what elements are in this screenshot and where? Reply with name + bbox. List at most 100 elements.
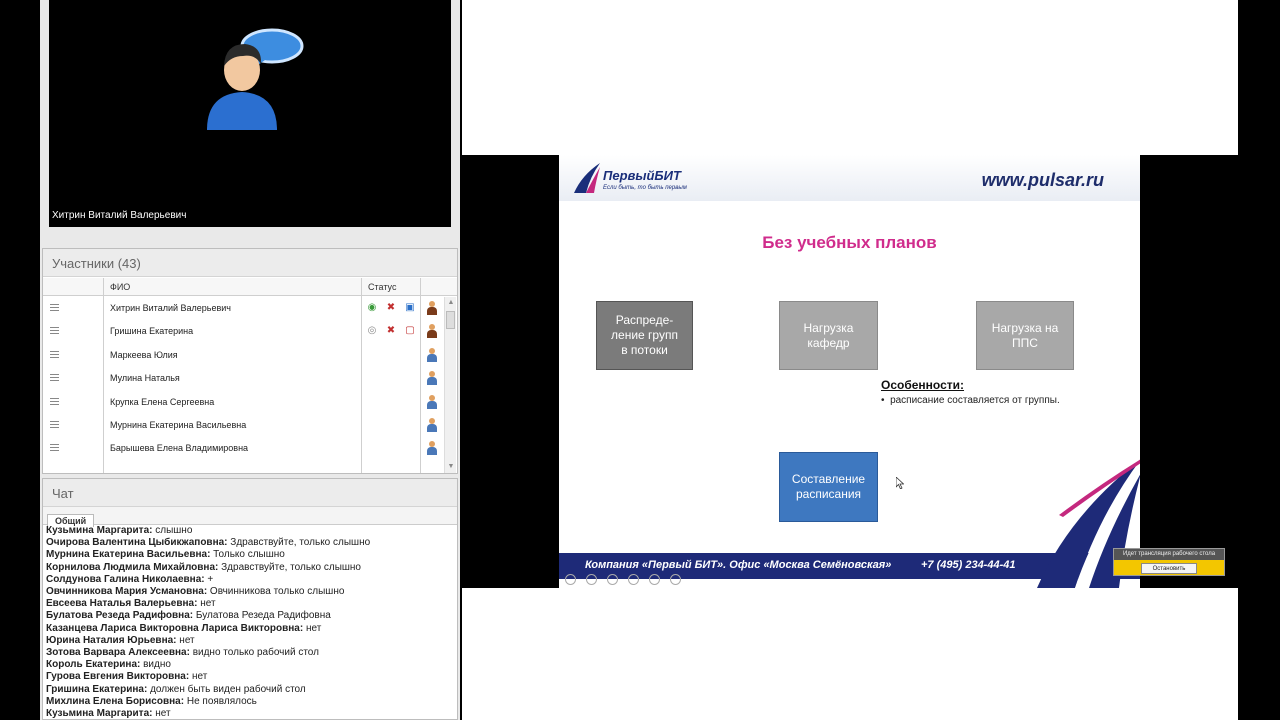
chat-message: Солдунова Галина Николаевна: + <box>46 574 457 586</box>
chat-author: Гурова Евгения Викторовна: <box>46 671 190 683</box>
chat-author: Булатова Резеда Радифовна: <box>46 610 194 622</box>
participants-panel: Участники (43) ФИО Статус Хитрин Виталий… <box>42 248 458 474</box>
chat-text: нет <box>197 598 216 610</box>
drag-handle-icon[interactable] <box>50 350 59 358</box>
logo-tagline: Если быть, то быть первым <box>603 185 687 191</box>
chat-text: Здравствуйте, только слышно <box>218 561 361 573</box>
presenter-name: Хитрин Виталий Валерьевич <box>52 210 187 221</box>
chat-author: Евсеева Наталья Валерьевна: <box>46 598 198 610</box>
chat-author: Кузьмина Маргарита: <box>46 708 153 719</box>
chat-message: Евсеева Наталья Валерьевна: нет <box>46 598 457 610</box>
attendee-icon[interactable] <box>426 441 438 456</box>
chat-text: нет <box>189 671 208 683</box>
attendee-icon[interactable] <box>426 394 438 409</box>
footer-phone: +7 (495) 234-44-41 <box>921 559 1016 571</box>
chat-message: Кузьмина Маргарита: нет <box>46 708 457 719</box>
stop-share-button[interactable]: Остановить <box>1141 563 1197 574</box>
chat-author: Корнилова Людмила Михайловна: <box>46 561 219 573</box>
nav-more-icon[interactable] <box>670 574 681 585</box>
box-schedule: Составление расписания <box>779 452 878 522</box>
logo-swoosh-icon <box>574 163 600 193</box>
chat-text: нет <box>152 708 171 719</box>
scroll-down-icon[interactable]: ▼ <box>445 461 457 473</box>
drag-handle-icon[interactable] <box>50 420 59 428</box>
chat-author: Очирова Валентина Цыбикжаповна: <box>46 537 228 549</box>
mic-off-icon[interactable]: ✖ <box>385 325 397 337</box>
chat-text: Не появлялось <box>184 695 257 707</box>
logo-text: ПервыйБИТ <box>603 168 681 183</box>
chat-message: Михлина Елена Борисовна: Не появлялось <box>46 696 457 708</box>
video-pane[interactable]: Хитрин Виталий Валерьевич <box>49 0 451 227</box>
chat-message: Корнилова Людмила Михайловна: Здравствуй… <box>46 562 457 574</box>
participant-row[interactable]: Хитрин Виталий Валерьевич ◉ ✖ ▣ <box>43 297 443 320</box>
chat-message: Казанцева Лариса Викторовна Лариса Викто… <box>46 623 457 635</box>
screen-share-icon[interactable]: ▣ <box>404 302 416 314</box>
participant-row[interactable]: Крупка Елена Сергеевна <box>43 391 443 414</box>
webcam-icon[interactable]: ◉ <box>366 302 378 314</box>
participant-row[interactable]: Гришина Екатерина ◎ ✖ ▢ <box>43 320 443 343</box>
screen-share-off-icon[interactable]: ▢ <box>404 325 416 337</box>
chat-author: Юрина Наталия Юрьевна: <box>46 634 177 646</box>
presenter-icon[interactable] <box>426 301 438 315</box>
attendee-icon[interactable] <box>426 347 438 362</box>
chat-tabs: Общий <box>43 507 457 527</box>
chat-text: слышно <box>152 525 193 536</box>
chat-text: нет <box>303 622 322 634</box>
chat-text: + <box>204 573 214 585</box>
app-window: Хитрин Виталий Валерьевич Участники (43)… <box>0 0 1280 720</box>
box-groups: Распреде- ление групп в потоки <box>596 301 693 370</box>
drag-handle-icon[interactable] <box>50 444 59 452</box>
chat-author: Мурнина Екатерина Васильевна: <box>46 549 211 561</box>
features-title: Особенности: <box>881 378 965 392</box>
screen-share-control: Идет трансляция рабочего стола Остановит… <box>1113 548 1225 576</box>
participant-name: Барышева Елена Владимировна <box>110 443 249 454</box>
chat-message: Гришина Екатерина: должен быть виден раб… <box>46 684 457 696</box>
chat-text: должен быть виден рабочий стол <box>147 683 306 695</box>
column-fio[interactable]: ФИО <box>110 282 130 292</box>
scroll-up-icon[interactable]: ▲ <box>445 297 457 309</box>
scroll-thumb[interactable] <box>446 311 455 329</box>
drag-handle-icon[interactable] <box>50 397 59 405</box>
participant-row[interactable]: Мурнина Екатерина Васильевна <box>43 414 443 437</box>
chat-author: Гришина Екатерина: <box>46 683 148 695</box>
participant-row[interactable]: Маркеева Юлия <box>43 344 443 367</box>
chat-message: Кузьмина Маргарита: слышно <box>46 525 457 537</box>
mic-off-icon[interactable]: ✖ <box>385 302 397 314</box>
participant-row[interactable]: Мулина Наталья <box>43 367 443 390</box>
attendee-icon[interactable] <box>426 371 438 386</box>
nav-zoom-icon[interactable] <box>649 574 660 585</box>
participant-row[interactable]: Барышева Елена Владимировна <box>43 437 443 460</box>
participants-table-header: ФИО Статус <box>43 278 457 296</box>
nav-prev-icon[interactable] <box>565 574 576 585</box>
chat-text: Только слышно <box>210 549 285 561</box>
chat-message: Очирова Валентина Цыбикжаповна: Здравств… <box>46 537 457 549</box>
participants-scrollbar[interactable]: ▲ ▼ <box>444 297 456 473</box>
chat-message: Юрина Наталия Юрьевна: нет <box>46 635 457 647</box>
chat-message: Зотова Варвара Алексеевна: видно только … <box>46 647 457 659</box>
site-url: www.pulsar.ru <box>981 170 1104 190</box>
participants-header: Участники (43) <box>43 249 457 277</box>
nav-pen-icon[interactable] <box>607 574 618 585</box>
drag-handle-icon[interactable] <box>50 304 59 311</box>
drag-handle-icon[interactable] <box>50 327 59 335</box>
slide-nav-controls <box>565 572 691 588</box>
user-avatar-icon <box>207 28 304 130</box>
presenter-icon[interactable] <box>426 324 438 339</box>
nav-next-icon[interactable] <box>586 574 597 585</box>
chat-author: Зотова Варвара Алексеевна: <box>46 647 190 659</box>
drag-handle-icon[interactable] <box>50 374 59 382</box>
chat-author: Казанцева Лариса Викторовна Лариса Викто… <box>46 622 304 634</box>
chat-text: видно <box>140 659 171 671</box>
column-status[interactable]: Статус <box>368 282 396 292</box>
webcam-off-icon[interactable]: ◎ <box>366 325 378 337</box>
chat-header: Чат <box>43 479 457 507</box>
chat-author: Овчинникова Мария Усмановна: <box>46 586 208 598</box>
chat-author: Король Екатерина: <box>46 659 141 671</box>
feature-item: • расписание составляется от группы. <box>881 395 1060 406</box>
chat-message: Овчинникова Мария Усмановна: Овчинникова… <box>46 586 457 598</box>
box-pps: Нагрузка на ППС <box>976 301 1074 370</box>
chat-message: Булатова Резеда Радифовна: Булатова Резе… <box>46 610 457 622</box>
chat-text: Булатова Резеда Радифовна <box>193 610 331 622</box>
attendee-icon[interactable] <box>426 417 438 432</box>
nav-menu-icon[interactable] <box>628 574 639 585</box>
